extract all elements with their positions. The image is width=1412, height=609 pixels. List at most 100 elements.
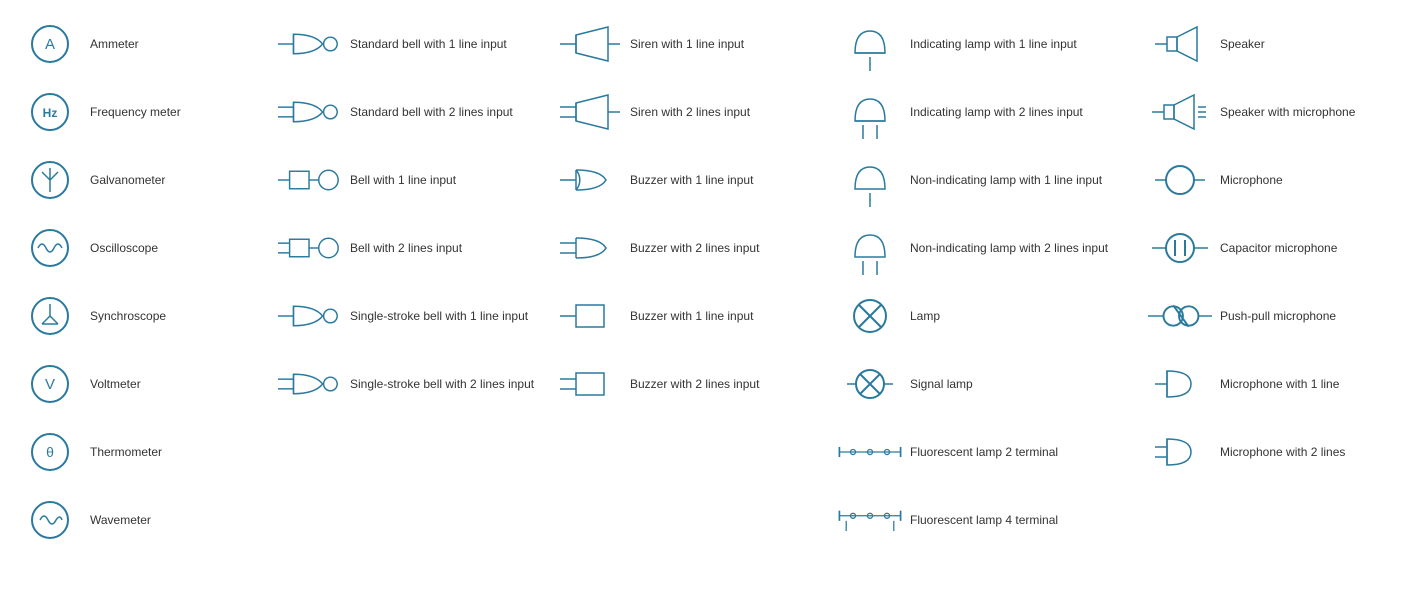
non-ind-lamp-1-symbol [836, 153, 904, 208]
lamp-symbol [836, 294, 904, 338]
list-item: Standard bell with 1 line input [268, 10, 548, 78]
column-meters: A Ammeter Hz Frequency meter [8, 10, 268, 554]
svg-text:Hz: Hz [43, 106, 58, 120]
column-buzzers: Siren with 1 line input Siren with 2 lin… [548, 10, 828, 554]
std-bell-1-label: Standard bell with 1 line input [344, 36, 507, 53]
list-item: Hz Frequency meter [8, 78, 268, 146]
ind-lamp-2-label: Indicating lamp with 2 lines input [904, 104, 1083, 121]
list-item: Fluorescent lamp 2 terminal [828, 418, 1138, 486]
buzzer-2lines-symbol [556, 223, 624, 273]
microphone-symbol [1146, 155, 1214, 205]
list-item: Buzzer with 1 line input [548, 282, 828, 350]
list-item: Single-stroke bell with 1 line input [268, 282, 548, 350]
buzzer-box-2-symbol [556, 359, 624, 409]
std-bell-1-symbol [276, 19, 344, 69]
synchroscope-label: Synchroscope [84, 308, 166, 325]
voltmeter-label: Voltmeter [84, 376, 141, 393]
list-item: Synchroscope [8, 282, 268, 350]
list-item: Standard bell with 2 lines input [268, 78, 548, 146]
speaker-symbol [1146, 19, 1214, 69]
column-audio: Speaker Speaker with microphone [1138, 10, 1412, 554]
list-item: Indicating lamp with 2 lines input [828, 78, 1138, 146]
std-bell-2-label: Standard bell with 2 lines input [344, 104, 513, 121]
list-item: θ Thermometer [8, 418, 268, 486]
mic-2lines-label: Microphone with 2 lines [1214, 444, 1345, 461]
buzzer-box-2-label: Buzzer with 2 lines input [624, 376, 759, 393]
list-item: Siren with 1 line input [548, 10, 828, 78]
capacitor-mic-symbol [1146, 223, 1214, 273]
capacitor-mic-label: Capacitor microphone [1214, 240, 1337, 257]
speaker-mic-label: Speaker with microphone [1214, 104, 1355, 121]
list-item: Microphone with 2 lines [1138, 418, 1412, 486]
buzzer-1line-symbol [556, 155, 624, 205]
buzzer-2lines-label: Buzzer with 2 lines input [624, 240, 759, 257]
non-ind-lamp-2-symbol [836, 221, 904, 276]
list-item: Capacitor microphone [1138, 214, 1412, 282]
single-bell-2-label: Single-stroke bell with 2 lines input [344, 376, 534, 393]
list-item: Oscilloscope [8, 214, 268, 282]
buzzer-box-1-label: Buzzer with 1 line input [624, 308, 753, 325]
list-item: Bell with 2 lines input [268, 214, 548, 282]
voltmeter-symbol: V [16, 362, 84, 406]
ind-lamp-1-label: Indicating lamp with 1 line input [904, 36, 1077, 53]
list-item: Push-pull microphone [1138, 282, 1412, 350]
list-item: Siren with 2 lines input [548, 78, 828, 146]
signal-lamp-label: Signal lamp [904, 376, 973, 393]
list-item: Speaker [1138, 10, 1412, 78]
fluor-4-label: Fluorescent lamp 4 terminal [904, 512, 1058, 529]
fluor-2-symbol [836, 430, 904, 474]
list-item: Galvanometer [8, 146, 268, 214]
single-bell-1-symbol [276, 291, 344, 341]
ammeter-symbol: A [16, 22, 84, 66]
list-item: Buzzer with 2 lines input [548, 350, 828, 418]
fluor-4-symbol [836, 495, 904, 545]
column-lamps: Indicating lamp with 1 line input Indica… [828, 10, 1138, 554]
bell-1-symbol [276, 155, 344, 205]
thermometer-label: Thermometer [84, 444, 162, 461]
signal-lamp-symbol [836, 362, 904, 406]
svg-text:θ: θ [46, 444, 54, 460]
list-item: Speaker with microphone [1138, 78, 1412, 146]
oscilloscope-symbol [16, 226, 84, 270]
galvanometer-label: Galvanometer [84, 172, 165, 189]
single-bell-1-label: Single-stroke bell with 1 line input [344, 308, 528, 325]
siren-1-symbol [556, 19, 624, 69]
ammeter-label: Ammeter [84, 36, 139, 53]
std-bell-2-symbol [276, 87, 344, 137]
svg-text:V: V [45, 376, 55, 393]
list-item: Buzzer with 1 line input [548, 146, 828, 214]
list-item: Signal lamp [828, 350, 1138, 418]
speaker-label: Speaker [1214, 36, 1265, 53]
fluor-2-label: Fluorescent lamp 2 terminal [904, 444, 1058, 461]
mic-1line-label: Microphone with 1 line [1214, 376, 1339, 393]
svg-text:A: A [45, 36, 55, 53]
list-item: Non-indicating lamp with 2 lines input [828, 214, 1138, 282]
push-pull-mic-label: Push-pull microphone [1214, 308, 1336, 325]
list-item: Single-stroke bell with 2 lines input [268, 350, 548, 418]
microphone-label: Microphone [1214, 172, 1283, 189]
frequency-meter-label: Frequency meter [84, 104, 181, 121]
bell-2-symbol [276, 223, 344, 273]
non-ind-lamp-1-label: Non-indicating lamp with 1 line input [904, 172, 1102, 189]
main-grid: A Ammeter Hz Frequency meter [0, 0, 1412, 564]
synchroscope-symbol [16, 294, 84, 338]
siren-1-label: Siren with 1 line input [624, 36, 744, 53]
buzzer-1line-label: Buzzer with 1 line input [624, 172, 753, 189]
mic-2lines-symbol [1146, 427, 1214, 477]
siren-2-symbol [556, 87, 624, 137]
list-item: Bell with 1 line input [268, 146, 548, 214]
wavemeter-label: Wavemeter [84, 512, 151, 529]
galvanometer-symbol [16, 158, 84, 202]
lamp-label: Lamp [904, 308, 940, 325]
list-item: Microphone [1138, 146, 1412, 214]
list-item: Wavemeter [8, 486, 268, 554]
list-item: Indicating lamp with 1 line input [828, 10, 1138, 78]
buzzer-box-1-symbol [556, 291, 624, 341]
bell-2-label: Bell with 2 lines input [344, 240, 462, 257]
bell-1-label: Bell with 1 line input [344, 172, 456, 189]
speaker-mic-symbol [1146, 87, 1214, 137]
list-item: Non-indicating lamp with 1 line input [828, 146, 1138, 214]
mic-1line-symbol [1146, 359, 1214, 409]
thermometer-symbol: θ [16, 430, 84, 474]
list-item: Fluorescent lamp 4 terminal [828, 486, 1138, 554]
